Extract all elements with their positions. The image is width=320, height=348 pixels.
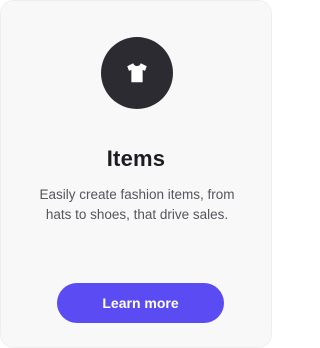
tshirt-icon-glyph: [127, 63, 147, 83]
tshirt-icon: [101, 37, 173, 109]
learn-more-button[interactable]: Learn more: [57, 283, 224, 323]
card-title: Items: [106, 146, 166, 171]
feature-card: Items Easily create fashion items, from …: [0, 0, 272, 348]
card-description: Easily create fashion items, from hats t…: [39, 187, 235, 222]
